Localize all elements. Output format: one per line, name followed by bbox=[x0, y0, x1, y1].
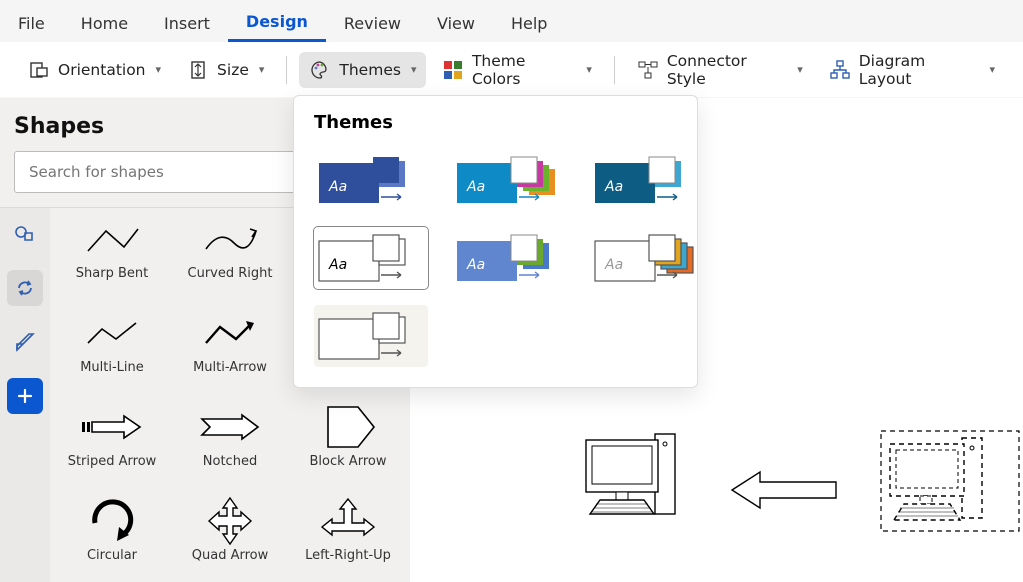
ribbon-separator bbox=[286, 56, 287, 84]
size-button[interactable]: Size ▾ bbox=[177, 52, 274, 88]
shape-multi-arrow[interactable]: Multi-Arrow bbox=[174, 312, 286, 384]
shape-thumb-icon bbox=[75, 218, 149, 260]
orientation-icon bbox=[28, 59, 50, 81]
theme-colors-icon bbox=[442, 59, 463, 81]
chevron-down-icon: ▾ bbox=[586, 63, 592, 76]
shape-curved-right[interactable]: Curved Right bbox=[174, 218, 286, 290]
shape-label: Left-Right-Up bbox=[305, 548, 391, 563]
shape-label: Circular bbox=[87, 548, 137, 563]
chevron-down-icon: ▾ bbox=[156, 63, 162, 76]
svg-text:Aa: Aa bbox=[604, 257, 623, 273]
menu-home[interactable]: Home bbox=[63, 6, 146, 41]
shape-left-right-up[interactable]: Left-Right-Up bbox=[292, 500, 404, 572]
canvas-shape-computer-selected[interactable] bbox=[880, 430, 1020, 542]
tool-rail bbox=[0, 208, 50, 582]
shape-circular[interactable]: Circular bbox=[56, 500, 168, 572]
canvas-shape-computer[interactable] bbox=[580, 428, 710, 538]
theme-colors-button[interactable]: Theme Colors ▾ bbox=[432, 45, 601, 95]
shape-notched[interactable]: Notched bbox=[174, 406, 286, 478]
menu-file[interactable]: File bbox=[0, 6, 63, 41]
theme-blue-classic[interactable]: Aa bbox=[314, 149, 428, 211]
shape-block-arrow[interactable]: Block Arrow bbox=[292, 406, 404, 478]
shape-label: Sharp Bent bbox=[76, 266, 148, 281]
shape-thumb-icon bbox=[311, 406, 385, 448]
menu-review[interactable]: Review bbox=[326, 6, 419, 41]
shape-label: Block Arrow bbox=[310, 454, 387, 469]
shape-multi-line[interactable]: Multi-Line bbox=[56, 312, 168, 384]
menu-insert[interactable]: Insert bbox=[146, 6, 228, 41]
canvas-shape-left-arrow[interactable] bbox=[730, 468, 840, 512]
diagram-layout-icon bbox=[829, 59, 851, 81]
shape-label: Notched bbox=[203, 454, 257, 469]
orientation-label: Orientation bbox=[58, 61, 146, 79]
themes-button[interactable]: Themes ▾ bbox=[299, 52, 426, 88]
svg-text:Aa: Aa bbox=[604, 179, 623, 195]
ribbon: Orientation ▾ Size ▾ Themes ▾ Theme Colo… bbox=[0, 42, 1023, 98]
svg-text:Aa: Aa bbox=[466, 179, 485, 195]
connector-style-icon bbox=[637, 59, 659, 81]
themes-heading: Themes bbox=[314, 112, 677, 133]
shape-thumb-icon bbox=[311, 500, 385, 542]
rail-add-button[interactable] bbox=[7, 378, 43, 414]
shape-striped[interactable]: Striped Arrow bbox=[56, 406, 168, 478]
rail-ruler-icon[interactable] bbox=[7, 324, 43, 360]
shape-thumb-icon bbox=[75, 406, 149, 448]
theme-colors-label: Theme Colors bbox=[472, 52, 576, 88]
shape-thumb-icon bbox=[193, 406, 267, 448]
diagram-layout-label: Diagram Layout bbox=[859, 52, 980, 88]
shape-thumb-icon bbox=[193, 312, 267, 354]
shape-thumb-icon bbox=[193, 500, 267, 542]
shape-quad-arrow[interactable]: Quad Arrow bbox=[174, 500, 286, 572]
theme-light-gray[interactable]: Aa bbox=[590, 227, 704, 289]
shape-label: Multi-Arrow bbox=[193, 360, 267, 375]
theme-minimal-white[interactable] bbox=[314, 305, 428, 367]
svg-text:Aa: Aa bbox=[328, 257, 347, 273]
ribbon-separator bbox=[614, 56, 615, 84]
themes-label: Themes bbox=[339, 61, 401, 79]
connector-style-button[interactable]: Connector Style ▾ bbox=[627, 45, 813, 95]
chevron-down-icon: ▾ bbox=[259, 63, 265, 76]
shape-label: Curved Right bbox=[188, 266, 273, 281]
menu-help[interactable]: Help bbox=[493, 6, 565, 41]
menubar: File Home Insert Design Review View Help bbox=[0, 0, 1023, 42]
theme-white-outline[interactable]: Aa bbox=[314, 227, 428, 289]
diagram-layout-button[interactable]: Diagram Layout ▾ bbox=[819, 45, 1005, 95]
themes-icon bbox=[309, 59, 331, 81]
shape-label: Quad Arrow bbox=[192, 548, 268, 563]
svg-text:Aa: Aa bbox=[328, 179, 347, 195]
menu-design[interactable]: Design bbox=[228, 4, 326, 42]
theme-deep-blue[interactable]: Aa bbox=[590, 149, 704, 211]
connector-style-label: Connector Style bbox=[667, 52, 787, 88]
chevron-down-icon: ▾ bbox=[797, 63, 803, 76]
shape-label: Striped Arrow bbox=[68, 454, 157, 469]
theme-soft-blue[interactable]: Aa bbox=[452, 227, 566, 289]
rail-shapes-icon[interactable] bbox=[7, 216, 43, 252]
orientation-button[interactable]: Orientation ▾ bbox=[18, 52, 171, 88]
size-label: Size bbox=[217, 61, 249, 79]
shape-thumb-icon bbox=[75, 500, 149, 542]
chevron-down-icon: ▾ bbox=[989, 63, 995, 76]
shape-label: Multi-Line bbox=[80, 360, 144, 375]
shape-sharp-bent[interactable]: Sharp Bent bbox=[56, 218, 168, 290]
themes-dropdown: Themes Aa Aa Aa Aa Aa Aa bbox=[293, 95, 698, 388]
size-icon bbox=[187, 59, 209, 81]
menu-view[interactable]: View bbox=[419, 6, 493, 41]
themes-grid: Aa Aa Aa Aa Aa Aa bbox=[314, 149, 677, 367]
theme-cyan-accent[interactable]: Aa bbox=[452, 149, 566, 211]
svg-text:Aa: Aa bbox=[466, 257, 485, 273]
shape-thumb-icon bbox=[193, 218, 267, 260]
chevron-down-icon: ▾ bbox=[411, 63, 417, 76]
shape-thumb-icon bbox=[75, 312, 149, 354]
rail-recycle-icon[interactable] bbox=[7, 270, 43, 306]
